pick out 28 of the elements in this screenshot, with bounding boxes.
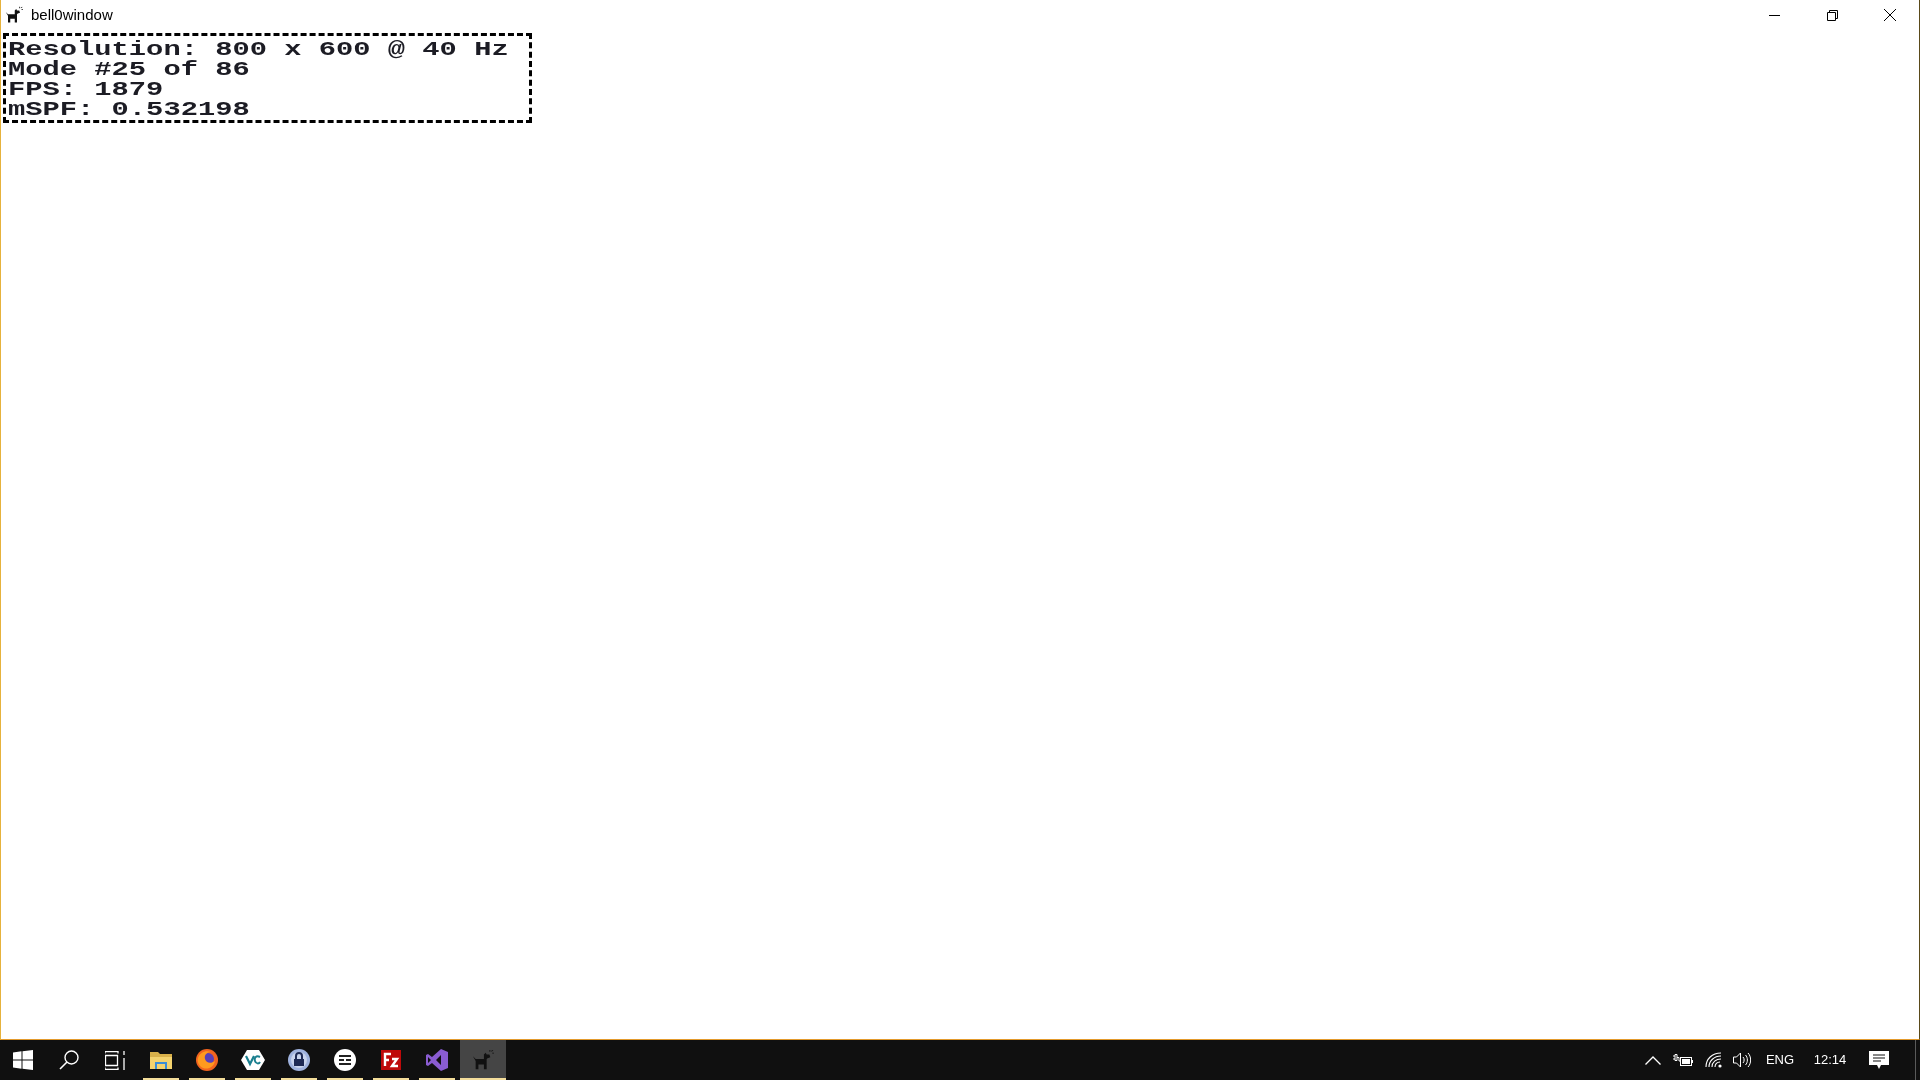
list-circle-icon [334,1049,356,1071]
minimize-icon [1768,14,1780,16]
windows-logo-icon [13,1050,33,1070]
notification-icon [1869,1051,1889,1069]
dog-icon [472,1049,494,1071]
padlock-icon [288,1049,310,1071]
stats-line: mSPF: 0.532198 [8,100,250,120]
dog-icon [5,6,23,24]
clock-button[interactable]: 12:14 [1804,1040,1856,1080]
fox-globe-icon [196,1049,218,1071]
zigzag-tile-icon [381,1050,401,1070]
hexagon-icon [241,1050,265,1070]
language-button[interactable]: ENG [1756,1040,1804,1080]
taskbar-button[interactable] [460,1040,506,1080]
search-icon [59,1050,79,1070]
wifi-icon [1704,1052,1722,1068]
stats-line: Resolution: 800 x 600 @ 40 Hz [8,40,509,60]
close-icon [1884,9,1896,21]
stats-line: FPS: 1879 [8,80,164,100]
restore-icon [1826,9,1838,21]
folder-icon [150,1051,172,1069]
window-title: bell0window [31,6,113,24]
ribbon-icon [426,1049,448,1071]
battery-plug-icon [1673,1054,1693,1066]
speaker-icon [1733,1052,1751,1068]
chevron-up-icon [1645,1055,1661,1065]
stats-line: Mode #25 of 86 [8,60,250,80]
task-view-icon [104,1050,126,1070]
